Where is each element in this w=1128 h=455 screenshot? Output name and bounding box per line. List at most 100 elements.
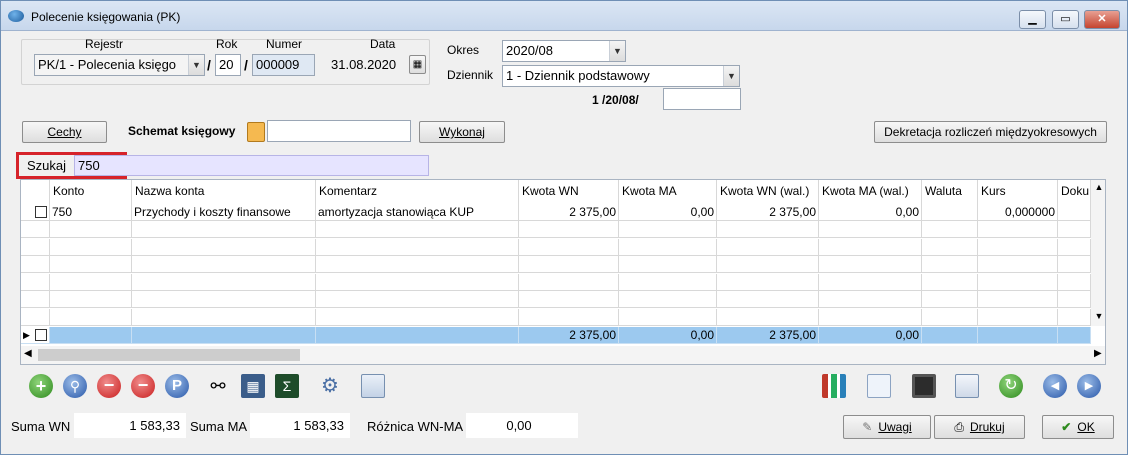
empty-cell [519, 273, 619, 291]
dekretacja-button[interactable]: Dekretacja rozliczeń międzyokresowych [874, 121, 1107, 143]
empty-cell [819, 273, 922, 291]
roznica-value: 0,00 [466, 413, 578, 438]
document-icon[interactable] [867, 374, 891, 398]
binoculars-icon[interactable]: ⚯ [206, 374, 230, 398]
empty-cell [132, 238, 316, 256]
scroll-up-icon[interactable]: ▲ [1091, 182, 1105, 192]
total-kwota-ma-wal: 0,00 [819, 327, 922, 344]
okres-value: 2020/08 [506, 43, 553, 58]
empty-cell [819, 221, 922, 238]
cell-nazwa[interactable]: Przychody i koszty finansowe [132, 204, 316, 221]
calendar-grid-icon[interactable]: ▦ [241, 374, 265, 398]
cechy-button[interactable]: Cechy [22, 121, 107, 143]
rok-input[interactable]: 20 [215, 54, 241, 76]
windows-icon[interactable] [955, 374, 979, 398]
column-header[interactable]: Kwota WN [519, 180, 619, 204]
preview-icon[interactable]: ⚲ [63, 374, 87, 398]
cell-doku[interactable] [1058, 204, 1091, 221]
numer-input[interactable]: 000009 [252, 54, 315, 76]
minimize-button[interactable]: ▁ [1019, 10, 1046, 29]
empty-cell [717, 221, 819, 238]
cell-kwota-wn[interactable]: 2 375,00 [519, 204, 619, 221]
roznica-label: Różnica WN-MA [367, 419, 464, 434]
search-input[interactable]: 750 [74, 155, 429, 176]
remove-filter-icon[interactable]: − [131, 374, 155, 398]
column-header[interactable]: Konto [50, 180, 132, 204]
empty-cell [978, 273, 1058, 291]
suma-ma-label: Suma MA [190, 419, 248, 434]
empty-cell [519, 309, 619, 326]
refresh-icon[interactable]: ↻ [999, 374, 1023, 398]
chevron-down-icon[interactable]: ▼ [188, 55, 204, 75]
empty-cell [922, 273, 978, 291]
ok-button[interactable]: ✔ OK [1042, 415, 1114, 439]
empty-cell [132, 291, 316, 309]
column-header[interactable]: Komentarz [316, 180, 519, 204]
bar-chart-icon[interactable] [822, 374, 846, 398]
row-checkbox[interactable] [35, 206, 47, 218]
empty-cell [819, 291, 922, 309]
column-header[interactable]: Kurs [978, 180, 1058, 204]
gears-icon[interactable]: ⚙ [318, 374, 342, 398]
column-header[interactable]: Kwota WN (wal.) [717, 180, 819, 204]
total-doku [1058, 327, 1091, 344]
row-marker-header [21, 180, 50, 204]
drukuj-button[interactable]: ⎙ Drukuj [934, 415, 1025, 439]
chevron-down-icon[interactable]: ▼ [609, 41, 625, 61]
window-chart-icon[interactable] [361, 374, 385, 398]
cell-konto[interactable]: 750 [50, 204, 132, 221]
cell-waluta[interactable] [922, 204, 978, 221]
scroll-right-icon[interactable]: ▶ [1094, 348, 1102, 359]
cell-komentarz[interactable]: amortyzacja stanowiąca KUP [316, 204, 519, 221]
dziennik-label: Dziennik [447, 68, 494, 82]
uwagi-button[interactable]: ✎ Uwagi [843, 415, 931, 439]
column-header[interactable]: Nazwa konta [132, 180, 316, 204]
empty-cell [619, 221, 717, 238]
cell-kwota-wn-wal[interactable]: 2 375,00 [717, 204, 819, 221]
close-button[interactable]: ✕ [1084, 10, 1120, 29]
empty-cell [519, 256, 619, 274]
total-kwota-wn: 2 375,00 [519, 327, 619, 344]
dziennik-number-input[interactable] [663, 88, 741, 110]
cell-kurs[interactable]: 0,000000 [978, 204, 1058, 221]
prev-icon[interactable]: ◀ [1043, 374, 1067, 398]
sigma-icon[interactable]: Σ [275, 374, 299, 398]
maximize-button[interactable]: ▭ [1052, 10, 1079, 29]
suma-ma-value: 1 583,33 [250, 413, 350, 438]
okres-select[interactable]: 2020/08 ▼ [502, 40, 626, 62]
printer-icon: ⎙ [954, 420, 964, 434]
schema-icon[interactable] [247, 122, 265, 142]
empty-cell [717, 291, 819, 309]
schemat-input[interactable] [267, 120, 411, 142]
rejestr-select[interactable]: PK/1 - Polecenia księgo ▼ [34, 54, 205, 76]
delete-icon[interactable]: − [97, 374, 121, 398]
column-header[interactable]: Kwota MA [619, 180, 717, 204]
scroll-left-icon[interactable]: ◀ [24, 348, 32, 359]
dziennik-select[interactable]: 1 - Dziennik podstawowy ▼ [502, 65, 740, 87]
column-header[interactable]: Doku [1058, 180, 1091, 204]
empty-cell [50, 273, 132, 291]
cell-kwota-ma[interactable]: 0,00 [619, 204, 717, 221]
total-konto [50, 327, 132, 344]
scroll-down-icon[interactable]: ▼ [1091, 311, 1105, 321]
row-checkbox[interactable] [35, 329, 47, 341]
total-komentarz [316, 327, 519, 344]
wykonaj-button[interactable]: Wykonaj [419, 121, 505, 143]
horizontal-scrollbar[interactable]: ◀ ▶ [21, 346, 1105, 364]
client-area: Rejestr Rok Numer Data PK/1 - Polecenia … [9, 33, 1121, 450]
empty-cell [21, 221, 50, 238]
next-icon[interactable]: ▶ [1077, 374, 1101, 398]
uwagi-label: Uwagi [878, 420, 912, 434]
total-nazwa [132, 327, 316, 344]
empty-cell [717, 238, 819, 256]
chevron-down-icon[interactable]: ▼ [723, 66, 739, 86]
save-icon[interactable] [912, 374, 936, 398]
column-header[interactable]: Kwota MA (wal.) [819, 180, 922, 204]
cell-kwota-ma-wal[interactable]: 0,00 [819, 204, 922, 221]
scroll-thumb[interactable] [38, 349, 300, 361]
calendar-icon[interactable]: ▦ [409, 55, 426, 74]
column-header[interactable]: Waluta [922, 180, 978, 204]
add-icon[interactable]: + [29, 374, 53, 398]
vertical-scrollbar[interactable]: ▲ ▼ [1091, 180, 1105, 326]
p-icon[interactable]: P [165, 374, 189, 398]
